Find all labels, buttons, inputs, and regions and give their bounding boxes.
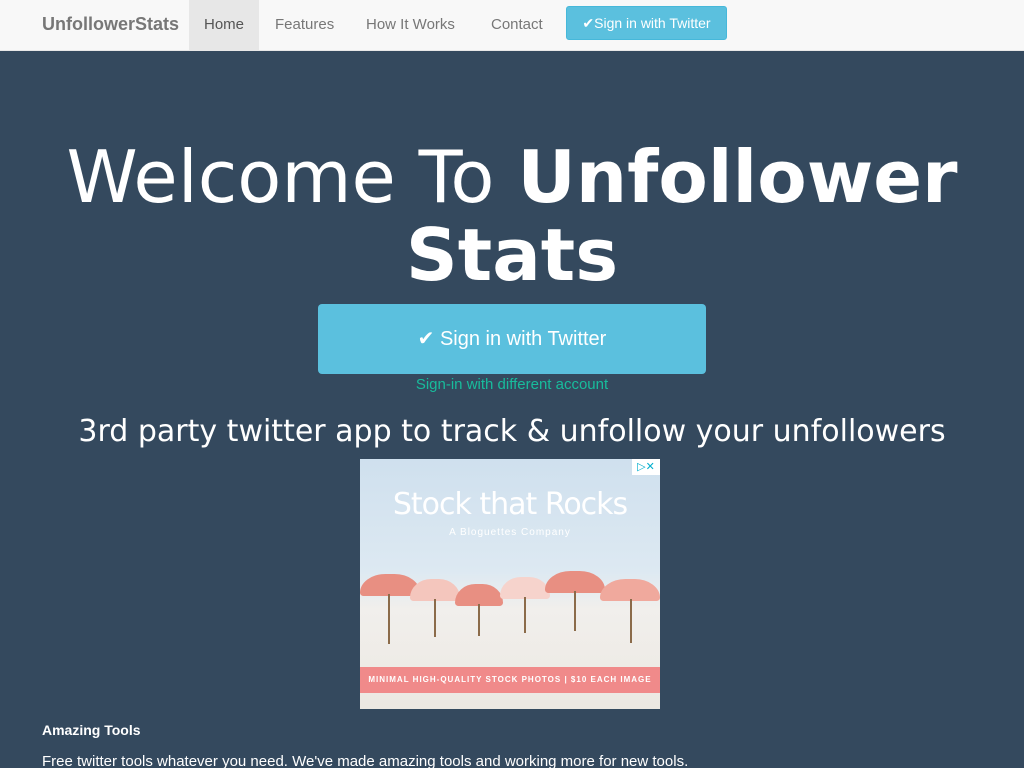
nav-home[interactable]: Home <box>189 0 260 50</box>
nav-sign-in-label: Sign in with Twitter <box>594 15 711 31</box>
ad-brand: Stock that Rocks <box>392 487 628 522</box>
navbar: UnfollowerStats Home Features How It Wor… <box>0 0 1024 51</box>
nav-contact[interactable]: Contact <box>476 0 558 50</box>
ad-choices-icon[interactable]: ▷✕ <box>632 459 660 475</box>
check-icon: ✔ <box>582 15 595 31</box>
features-text: Free twitter tools whatever you need. We… <box>42 753 689 768</box>
tagline: 3rd party twitter app to track & unfollo… <box>78 414 946 449</box>
hero-sign-in-button[interactable]: ✔ Sign in with Twitter <box>318 304 706 374</box>
hero-title-bold-1: Unfollower <box>517 135 958 219</box>
hero-sign-in-label: Sign in with Twitter <box>439 328 607 350</box>
nav-how-it-works[interactable]: How It Works <box>351 0 470 50</box>
hero-title-bold-2: Stats <box>405 213 619 297</box>
check-icon: ✔ <box>417 328 435 350</box>
hero-title-light: Welcome To <box>66 135 518 219</box>
nav-sign-in-button[interactable]: ✔Sign in with Twitter <box>566 6 727 40</box>
ad-banner[interactable]: ▷✕ Stock that Rocks A Bloguettes Company… <box>360 459 660 709</box>
brand-link[interactable]: UnfollowerStats <box>42 14 179 35</box>
different-account-link[interactable]: Sign-in with different account <box>0 376 1024 393</box>
nav-features[interactable]: Features <box>260 0 349 50</box>
ad-strip: MINIMAL HIGH-QUALITY STOCK PHOTOS | $10 … <box>360 667 660 693</box>
features-heading: Amazing Tools <box>42 722 141 738</box>
ad-subtitle: A Bloguettes Company <box>449 527 571 538</box>
hero-title: Welcome To Unfollower Stats <box>0 138 1024 294</box>
